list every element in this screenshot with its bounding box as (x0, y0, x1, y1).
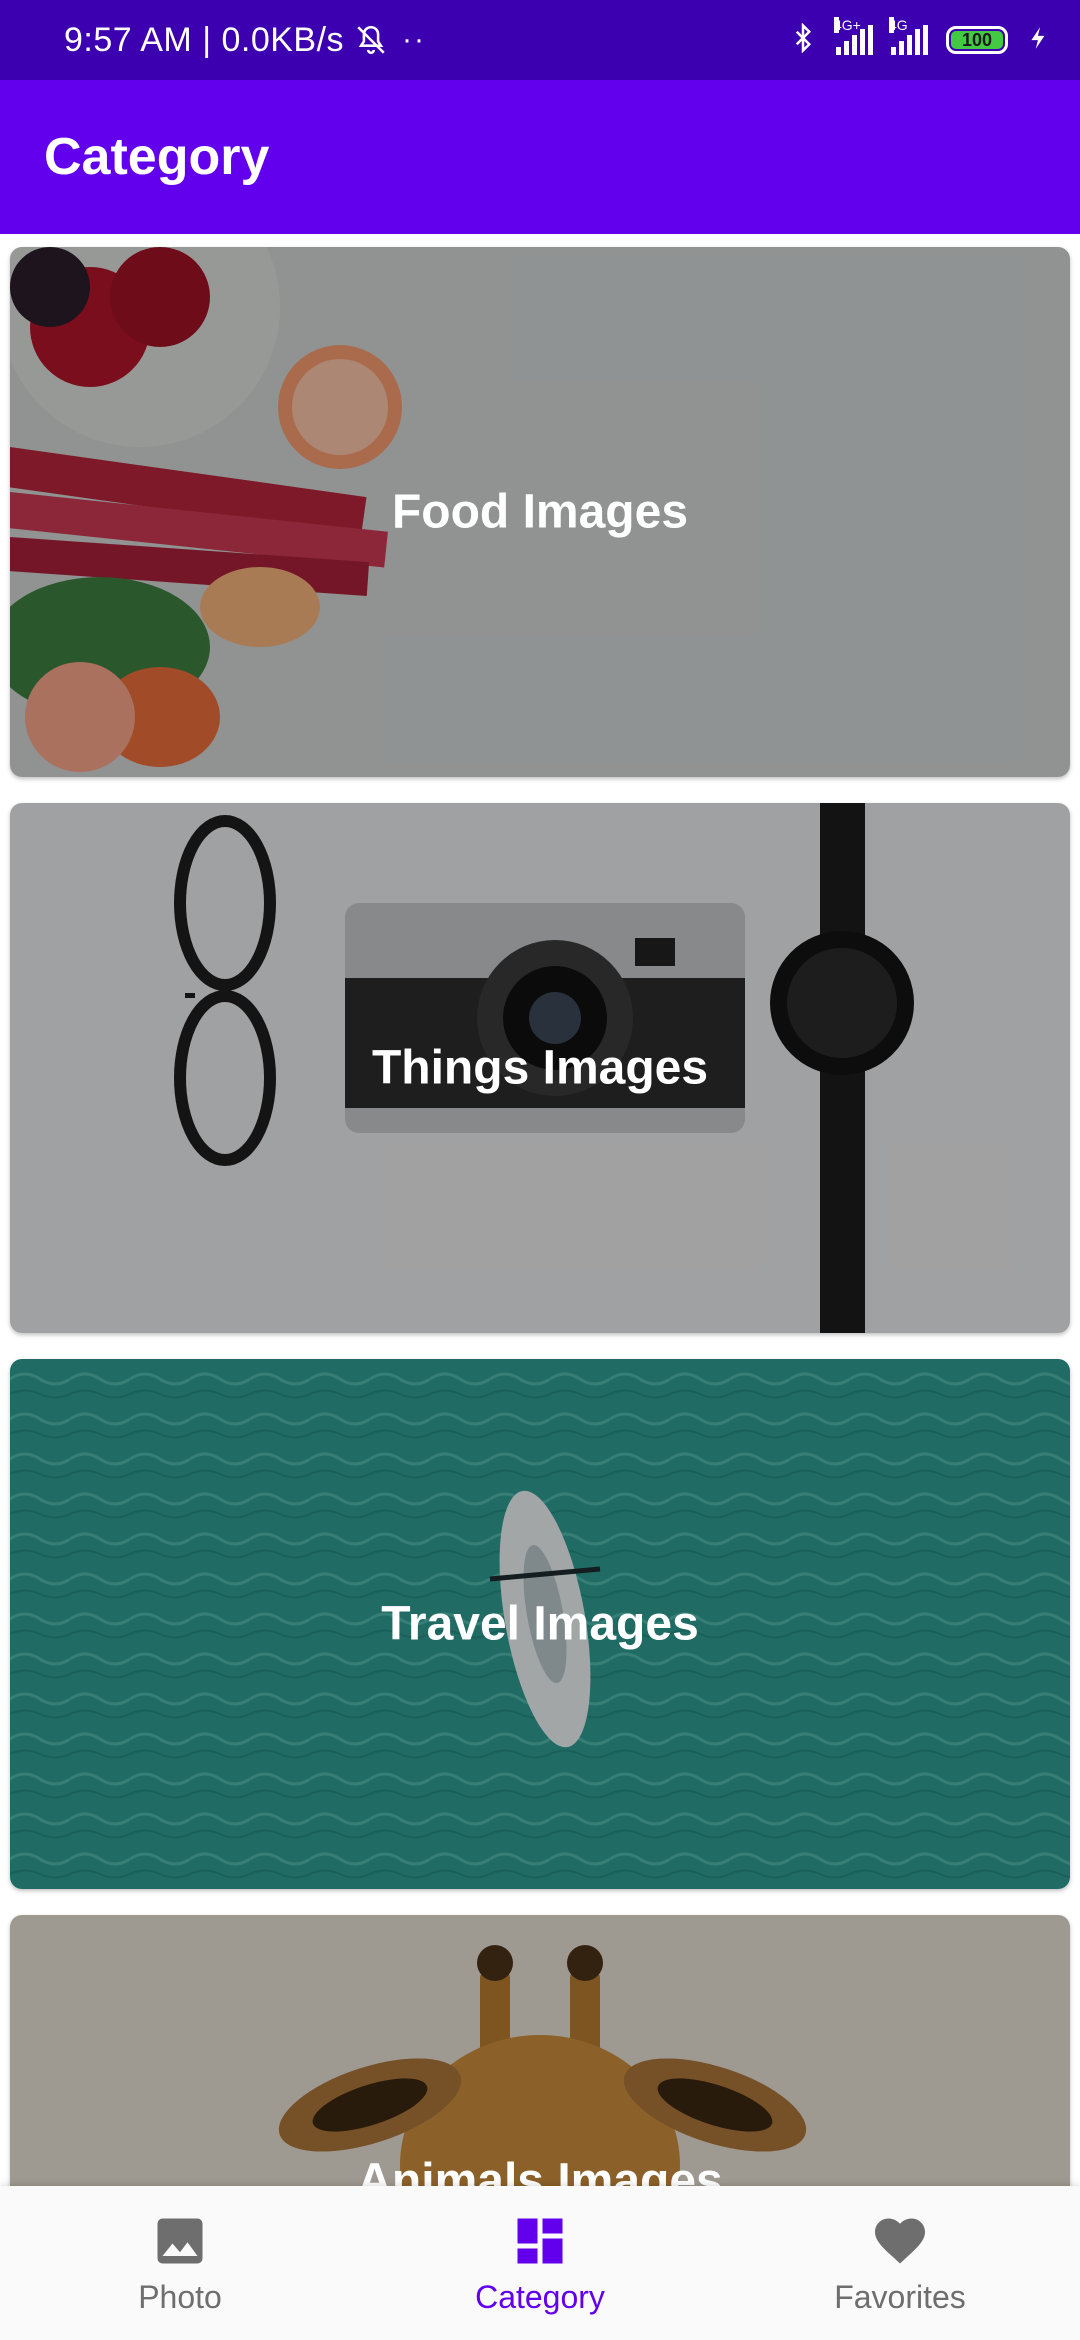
app-bar: Category (0, 80, 1080, 234)
signal-4g-icon: 4G (889, 17, 928, 55)
signal-4gplus-label: 4G+ (834, 17, 861, 33)
category-label: Food Images (391, 485, 689, 539)
notification-dots: ·· (402, 23, 427, 56)
mute-bell-icon (354, 23, 388, 57)
charging-icon (1026, 23, 1052, 58)
status-bar: 9:57 AM | 0.0KB/s ·· 4G+ 4G 100 (0, 0, 1080, 80)
image-icon (157, 2218, 203, 2263)
category-card-animals[interactable]: Animals Images (10, 1915, 1070, 2186)
battery-level: 100 (961, 29, 993, 50)
category-card-things[interactable]: Things Images (10, 803, 1070, 1333)
status-right: 4G+ 4G 100 (788, 0, 1052, 80)
dashboard-icon (517, 2218, 563, 2263)
nav-item-photo[interactable]: Photo (0, 2186, 360, 2340)
category-label: Things Images (371, 1041, 709, 1095)
battery-icon: 100 (946, 26, 1008, 54)
status-left: 9:57 AM | 0.0KB/s ·· (64, 0, 426, 80)
page-title: Category (44, 128, 270, 186)
nav-label-category: Category (475, 2278, 605, 2315)
category-card-travel[interactable]: Travel Images (10, 1359, 1070, 1889)
nav-item-favorites[interactable]: Favorites (720, 2186, 1080, 2340)
bluetooth-icon (788, 21, 818, 58)
heart-icon (875, 2218, 925, 2263)
category-list[interactable]: Food Images Things Images Travel Images … (0, 234, 1080, 2186)
nav-label-photo: Photo (138, 2278, 222, 2315)
bottom-navigation: Photo Category Favorites (0, 2186, 1080, 2340)
signal-4g-label: 4G (889, 17, 908, 33)
nav-label-favorites: Favorites (834, 2278, 966, 2315)
card-overlay (10, 1915, 1070, 2186)
signal-4gplus-icon: 4G+ (834, 17, 873, 55)
nav-item-category[interactable]: Category (360, 2186, 720, 2340)
category-label: Travel Images (381, 1597, 699, 1651)
category-card-food[interactable]: Food Images (10, 247, 1070, 777)
category-label: Animals Images (357, 2154, 723, 2187)
time-and-speed: 9:57 AM | 0.0KB/s (64, 20, 345, 59)
